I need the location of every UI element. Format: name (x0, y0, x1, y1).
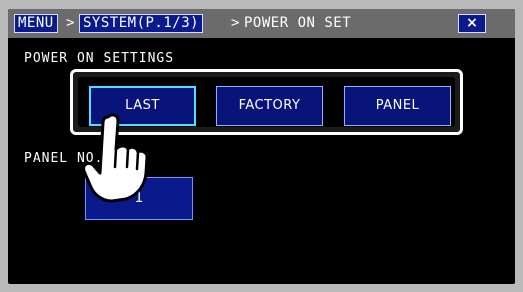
close-icon: × (466, 15, 478, 31)
option-panel-button[interactable]: PANEL (344, 86, 451, 126)
menu-button[interactable]: MENU (14, 14, 58, 33)
breadcrumb-separator: > (231, 15, 240, 31)
title-bar: MENU > SYSTEM(P.1/3) > POWER ON SET × (8, 9, 515, 38)
screen-frame: MENU > SYSTEM(P.1/3) > POWER ON SET × PO… (8, 9, 515, 284)
close-button[interactable]: × (458, 14, 486, 33)
pointing-hand-icon (82, 113, 149, 203)
breadcrumb-separator: > (66, 15, 75, 31)
system-page-button[interactable]: SYSTEM(P.1/3) (79, 14, 204, 33)
page-title: POWER ON SET (244, 15, 352, 31)
option-factory-button[interactable]: FACTORY (216, 86, 323, 126)
power-on-settings-label: POWER ON SETTINGS (24, 51, 175, 66)
